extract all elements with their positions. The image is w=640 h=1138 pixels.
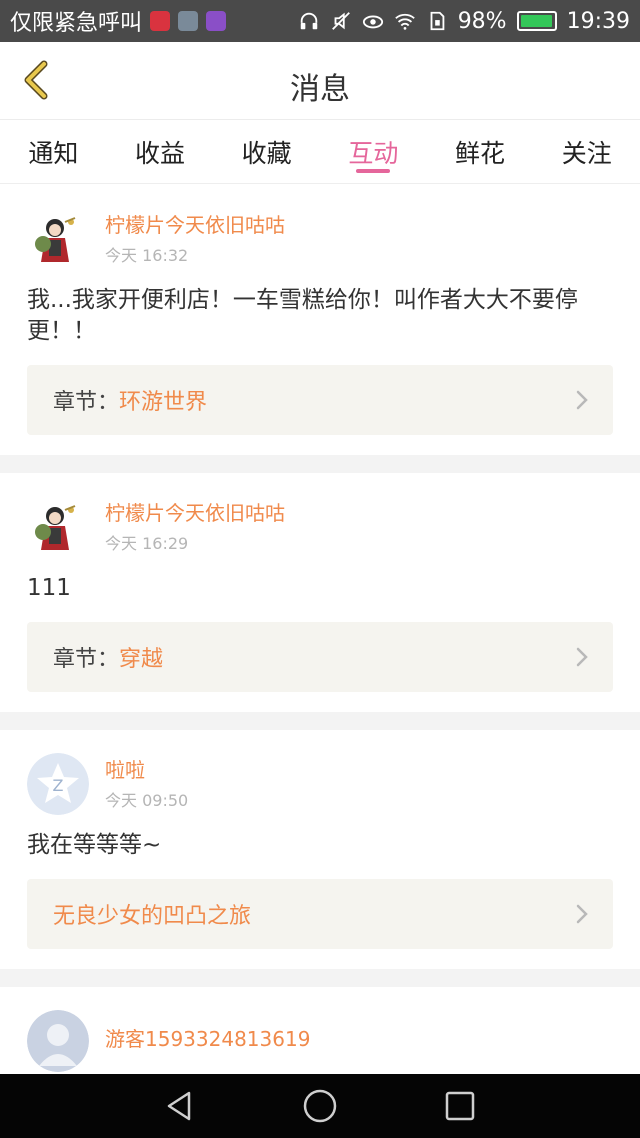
avatar[interactable] (27, 496, 89, 558)
svg-text:Z: Z (53, 776, 64, 795)
chevron-right-icon (575, 904, 589, 924)
timestamp: 今天 09:50 (105, 791, 189, 810)
eye-icon (362, 10, 384, 32)
tab-interactions[interactable]: 互动 (320, 120, 427, 183)
message-card[interactable]: 柠檬片今天依旧咕咕 今天 16:29 111 章节： 穿越 (0, 473, 640, 712)
gallery-icon (178, 11, 199, 31)
mute-icon (330, 10, 352, 32)
chevron-right-icon (575, 647, 589, 667)
tab-earnings[interactable]: 收益 (107, 120, 214, 183)
netease-music-icon (150, 11, 171, 31)
message-text: 我...我家开便利店！一车雪糕给你！叫作者大大不要停更！！ (27, 287, 578, 344)
book-name: 无良少女的凹凸之旅 (53, 904, 252, 929)
username[interactable]: 啦啦 (105, 757, 188, 783)
system-nav-bar (0, 1074, 640, 1138)
timestamp: 今天 16:29 (105, 534, 189, 553)
avatar[interactable] (27, 1010, 89, 1072)
avatar[interactable]: Z (27, 753, 89, 815)
triangle-back-icon (167, 1091, 191, 1121)
username[interactable]: 柠檬片今天依旧咕咕 (105, 212, 285, 238)
tab-notifications[interactable]: 通知 (0, 120, 107, 183)
tab-favorites[interactable]: 收藏 (213, 120, 320, 183)
carrier-text: 仅限紧急呼叫 (10, 11, 143, 36)
tab-label: 收藏 (241, 139, 292, 168)
chapter-name: 穿越 (119, 647, 164, 672)
tab-label: 通知 (28, 139, 79, 168)
battery-percent: 98% (457, 8, 507, 34)
nav-home-button[interactable] (301, 1087, 339, 1125)
chapter-label: 章节： (53, 390, 120, 415)
keyboard-icon (206, 11, 227, 31)
message-card[interactable]: Z 啦啦 今天 09:50 我在等等等~ 无良少女的凹凸之旅 (0, 730, 640, 969)
tab-label: 收益 (135, 139, 186, 168)
nav-back-button[interactable] (161, 1087, 199, 1125)
battery-level (520, 15, 552, 27)
chapter-link[interactable]: 章节： 环游世界 (27, 365, 613, 435)
clock: 19:39 (566, 8, 630, 34)
nav-recents-button[interactable] (441, 1087, 479, 1125)
page-title: 消息 (290, 72, 350, 107)
avatar[interactable] (27, 208, 89, 270)
square-recents-icon (445, 1091, 475, 1121)
chevron-right-icon (575, 390, 589, 410)
message-text: 我在等等等~ (27, 832, 162, 858)
book-link[interactable]: 无良少女的凹凸之旅 (27, 879, 613, 949)
tab-label: 互动 (348, 139, 399, 168)
circle-home-icon (303, 1089, 337, 1123)
message-text: 111 (27, 575, 71, 601)
sim-icon (426, 10, 448, 32)
chapter-name: 环游世界 (119, 390, 208, 415)
chapter-label: 章节： (53, 647, 120, 672)
category-tabs: 通知 收益 收藏 互动 鲜花 关注 (0, 120, 640, 184)
message-card[interactable]: 柠檬片今天依旧咕咕 今天 16:32 我...我家开便利店！一车雪糕给你！叫作者… (0, 185, 640, 455)
tab-label: 关注 (561, 139, 612, 168)
tab-following[interactable]: 关注 (533, 120, 640, 183)
wifi-icon (394, 10, 416, 32)
timestamp: 今天 16:32 (105, 246, 189, 265)
app-header: 消息 (0, 42, 640, 120)
message-list[interactable]: 柠檬片今天依旧咕咕 今天 16:32 我...我家开便利店！一车雪糕给你！叫作者… (0, 185, 640, 1074)
username[interactable]: 游客1593324813619 (105, 1026, 310, 1052)
tab-flowers[interactable]: 鲜花 (427, 120, 534, 183)
battery-icon (516, 11, 557, 31)
tab-label: 鲜花 (455, 139, 506, 168)
username[interactable]: 柠檬片今天依旧咕咕 (105, 500, 285, 526)
status-bar: 仅限紧急呼叫 98% 19:39 (0, 0, 640, 42)
chapter-link[interactable]: 章节： 穿越 (27, 622, 613, 692)
headphones-icon (298, 10, 320, 32)
message-card[interactable]: 游客1593324813619 (0, 987, 640, 1074)
